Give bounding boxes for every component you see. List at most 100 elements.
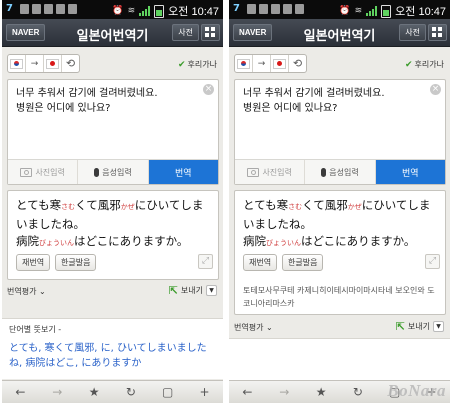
menu-grid-icon[interactable] [201,24,220,41]
refresh-icon[interactable]: ↻ [339,381,376,403]
dictionary-button[interactable]: 사전 [172,24,199,41]
vocabulary-section: 단어별 뜻보기 - とても, 寒くて風邪, に, ひいてしまいましたね, 病院は… [2,318,223,379]
notification-icons [247,4,304,14]
furigana-label: 후리가나 [414,60,444,69]
furigana-toggle[interactable]: ✔ 후리가나 [405,59,444,70]
source-line: 병원은 어디에 있나요? [16,103,111,114]
notification-icon [259,4,268,14]
chevron-down-icon[interactable]: ▼ [206,285,217,296]
korean-pronunciation-text: 토테모사무쿠테 카제니히이테시마이마시타네 보오인와 도코니아리마스카 [243,286,435,308]
menu-grid-icon[interactable] [428,24,447,41]
notification-count: 7 [233,3,240,14]
retranslate-button[interactable]: 재번역 [243,254,278,271]
status-bar: 7 ⏰ ≋ 오전 10:47 [229,0,450,19]
microphone-icon [94,167,100,177]
translation-result: とても寒さむくて風邪かぜにひいてしまいましたね。 病院びょういんはどこにあります… [234,190,446,315]
notification-icons [20,4,77,14]
evaluation-dropdown[interactable]: 번역평가 ⌄ [234,322,273,333]
camera-icon [247,167,260,177]
source-text-input[interactable]: 너무 추워서 감기에 걸려버렸네요. 병원은 어디에 있나요? × 사진입력 음… [7,79,219,185]
clock: 오전 10:47 [168,6,219,18]
share-icon: ⇱ [395,320,405,333]
refresh-icon[interactable]: ↻ [112,381,149,403]
notification-icon [56,4,65,14]
voice-input-button[interactable]: 음성입력 [305,160,376,184]
notification-icon [20,4,29,14]
swap-icon[interactable]: ⟲ [289,55,306,72]
add-icon[interactable]: + [186,381,223,403]
camera-icon [20,167,33,177]
photo-input-label: 사진입력 [262,167,292,177]
source-text[interactable]: 너무 추워서 감기에 걸려버렸네요. 병원은 어디에 있나요? [243,86,427,116]
status-bar: 7 ⏰ ≋ 오전 10:47 [2,0,223,19]
japanese-flag-icon[interactable] [271,55,289,72]
photo-input-button[interactable]: 사진입력 [8,160,79,184]
evaluation-dropdown[interactable]: 번역평가 ⌄ [7,286,46,297]
result-text: とても寒さむくて風邪かぜにひいてしまいましたね。 病院びょういんはどこにあります… [16,198,204,248]
check-icon: ✔ [405,59,413,70]
send-label: 보내기 [180,286,203,295]
input-actions: 사진입력 음성입력 번역 [8,159,218,184]
send-button[interactable]: ⇱ 보내기 ▼ [396,320,444,333]
forward-icon[interactable]: → [39,381,76,403]
clock: 오전 10:47 [395,6,446,18]
wifi-icon: ≋ [127,6,136,16]
input-actions: 사진입력 음성입력 번역 [235,159,445,184]
korean-pronunciation-button[interactable]: 한글발음 [55,254,97,271]
forward-icon[interactable]: → [266,381,303,403]
watermark: BoNara [387,381,446,400]
browser-toolbar: ← → ★ ↻ ▢ + [2,380,223,403]
expand-icon[interactable]: ⤢ [198,254,213,269]
vocabulary-header[interactable]: 단어별 뜻보기 - [9,324,61,335]
korean-pronunciation-button[interactable]: 한글발음 [282,254,324,271]
expand-icon[interactable]: ⤢ [425,254,440,269]
chevron-down-icon[interactable]: ▼ [433,321,444,332]
language-row: → ⟲ ✔ 후리가나 [2,47,223,79]
arrow-right-icon: → [26,55,44,72]
language-row: → ⟲ ✔ 후리가나 [229,47,450,79]
app-header: NAVER 일본어번역기 사전 [2,19,223,47]
check-icon: ✔ [178,59,186,70]
notification-icon [271,4,280,14]
clear-icon[interactable]: × [203,84,214,95]
send-button[interactable]: ⇱ 보내기 ▼ [169,284,217,297]
arrow-right-icon: → [253,55,271,72]
clear-icon[interactable]: × [430,84,441,95]
swap-icon[interactable]: ⟲ [62,55,79,72]
vocabulary-links[interactable]: とても, 寒くて風邪, に, ひいてしまいましたね, 病院はどこ, にありますか [9,341,218,371]
notification-icon [68,4,77,14]
battery-icon [154,4,165,18]
notification-icon [32,4,41,14]
translation-result: とても寒さむくて風邪かぜにひいてしまいましたね。 病院びょういんはどこにあります… [7,190,219,280]
dictionary-button[interactable]: 사전 [399,24,426,41]
bookmark-icon[interactable]: ★ [76,381,113,403]
language-selector[interactable]: → ⟲ [7,54,80,73]
language-selector[interactable]: → ⟲ [234,54,307,73]
voice-input-button[interactable]: 음성입력 [78,160,149,184]
back-icon[interactable]: ← [229,381,266,403]
photo-input-button[interactable]: 사진입력 [235,160,306,184]
wifi-icon: ≋ [354,6,363,16]
microphone-icon [321,167,327,177]
bookmark-icon[interactable]: ★ [303,381,340,403]
notification-count: 7 [6,3,13,14]
source-text-input[interactable]: 너무 추워서 감기에 걸려버렸네요. 병원은 어디에 있나요? × 사진입력 음… [234,79,446,185]
korean-flag-icon[interactable] [8,55,26,72]
evaluation-row: 번역평가 ⌄ ⇱ 보내기 ▼ [2,282,223,300]
evaluation-row: 번역평가 ⌄ ⇱ 보내기 ▼ [229,318,450,336]
translate-button[interactable]: 번역 [148,160,218,184]
app-header: NAVER 일본어번역기 사전 [229,19,450,47]
back-icon[interactable]: ← [2,381,39,403]
screen-right: 7 ⏰ ≋ 오전 10:47 NAVER 일본어번역기 사전 → ⟲ ✔ 후리가… [229,0,450,403]
tabs-icon[interactable]: ▢ [149,381,186,403]
photo-input-label: 사진입력 [35,167,65,177]
korean-flag-icon[interactable] [235,55,253,72]
source-line: 너무 추워서 감기에 걸려버렸네요. [16,88,158,99]
translate-button[interactable]: 번역 [375,160,445,184]
notification-icon [247,4,256,14]
furigana-toggle[interactable]: ✔ 후리가나 [178,59,217,70]
japanese-flag-icon[interactable] [44,55,62,72]
source-text[interactable]: 너무 추워서 감기에 걸려버렸네요. 병원은 어디에 있나요? [16,86,200,116]
retranslate-button[interactable]: 재번역 [16,254,51,271]
screen-left: 7 ⏰ ≋ 오전 10:47 NAVER 일본어번역기 사전 → ⟲ ✔ 후리가… [2,0,223,403]
